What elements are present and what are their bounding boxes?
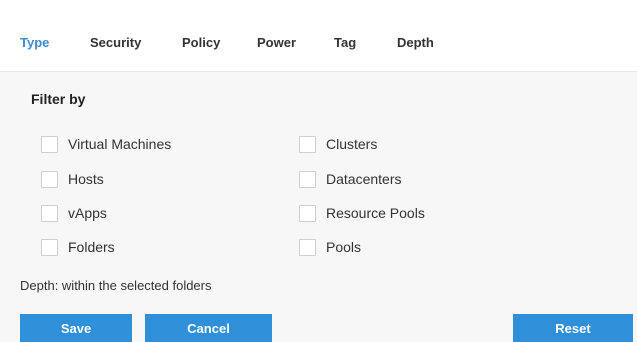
option-label: Resource Pools <box>326 205 425 221</box>
option-label: Datacenters <box>326 171 402 187</box>
option-datacenters[interactable]: Datacenters <box>299 169 401 189</box>
option-label: Folders <box>68 239 115 255</box>
checkbox[interactable] <box>299 170 316 188</box>
checkbox[interactable] <box>41 204 58 222</box>
filter-panel: Type Security Policy Power Tag Depth Fil… <box>0 0 637 342</box>
filter-by-heading: Filter by <box>31 91 86 107</box>
option-resource-pools[interactable]: Resource Pools <box>299 203 425 223</box>
checkbox[interactable] <box>299 204 316 222</box>
option-label: Clusters <box>326 136 378 152</box>
cancel-button[interactable]: Cancel <box>145 314 272 342</box>
filter-tabs: Type Security Policy Power Tag Depth <box>0 0 637 72</box>
option-folders[interactable]: Folders <box>41 237 115 257</box>
reset-button[interactable]: Reset <box>513 314 633 342</box>
tab-policy[interactable]: Policy <box>182 35 220 51</box>
option-virtual-machines[interactable]: Virtual Machines <box>41 134 171 154</box>
option-label: vApps <box>68 205 107 221</box>
option-label: Virtual Machines <box>68 136 172 152</box>
tab-security[interactable]: Security <box>90 35 141 51</box>
tab-power[interactable]: Power <box>257 35 296 51</box>
checkbox[interactable] <box>299 135 316 153</box>
tab-type[interactable]: Type <box>20 35 49 51</box>
option-pools[interactable]: Pools <box>299 237 361 257</box>
depth-note: Depth: within the selected folders <box>20 278 212 293</box>
tab-depth[interactable]: Depth <box>397 35 434 51</box>
save-button[interactable]: Save <box>20 314 132 342</box>
checkbox[interactable] <box>41 238 58 256</box>
checkbox[interactable] <box>41 170 58 188</box>
checkbox[interactable] <box>299 238 316 256</box>
option-label: Hosts <box>68 171 104 187</box>
option-clusters[interactable]: Clusters <box>299 134 377 154</box>
option-hosts[interactable]: Hosts <box>41 169 104 189</box>
option-vapps[interactable]: vApps <box>41 203 107 223</box>
tab-tag[interactable]: Tag <box>334 35 356 51</box>
option-label: Pools <box>326 239 362 255</box>
checkbox[interactable] <box>41 135 58 153</box>
